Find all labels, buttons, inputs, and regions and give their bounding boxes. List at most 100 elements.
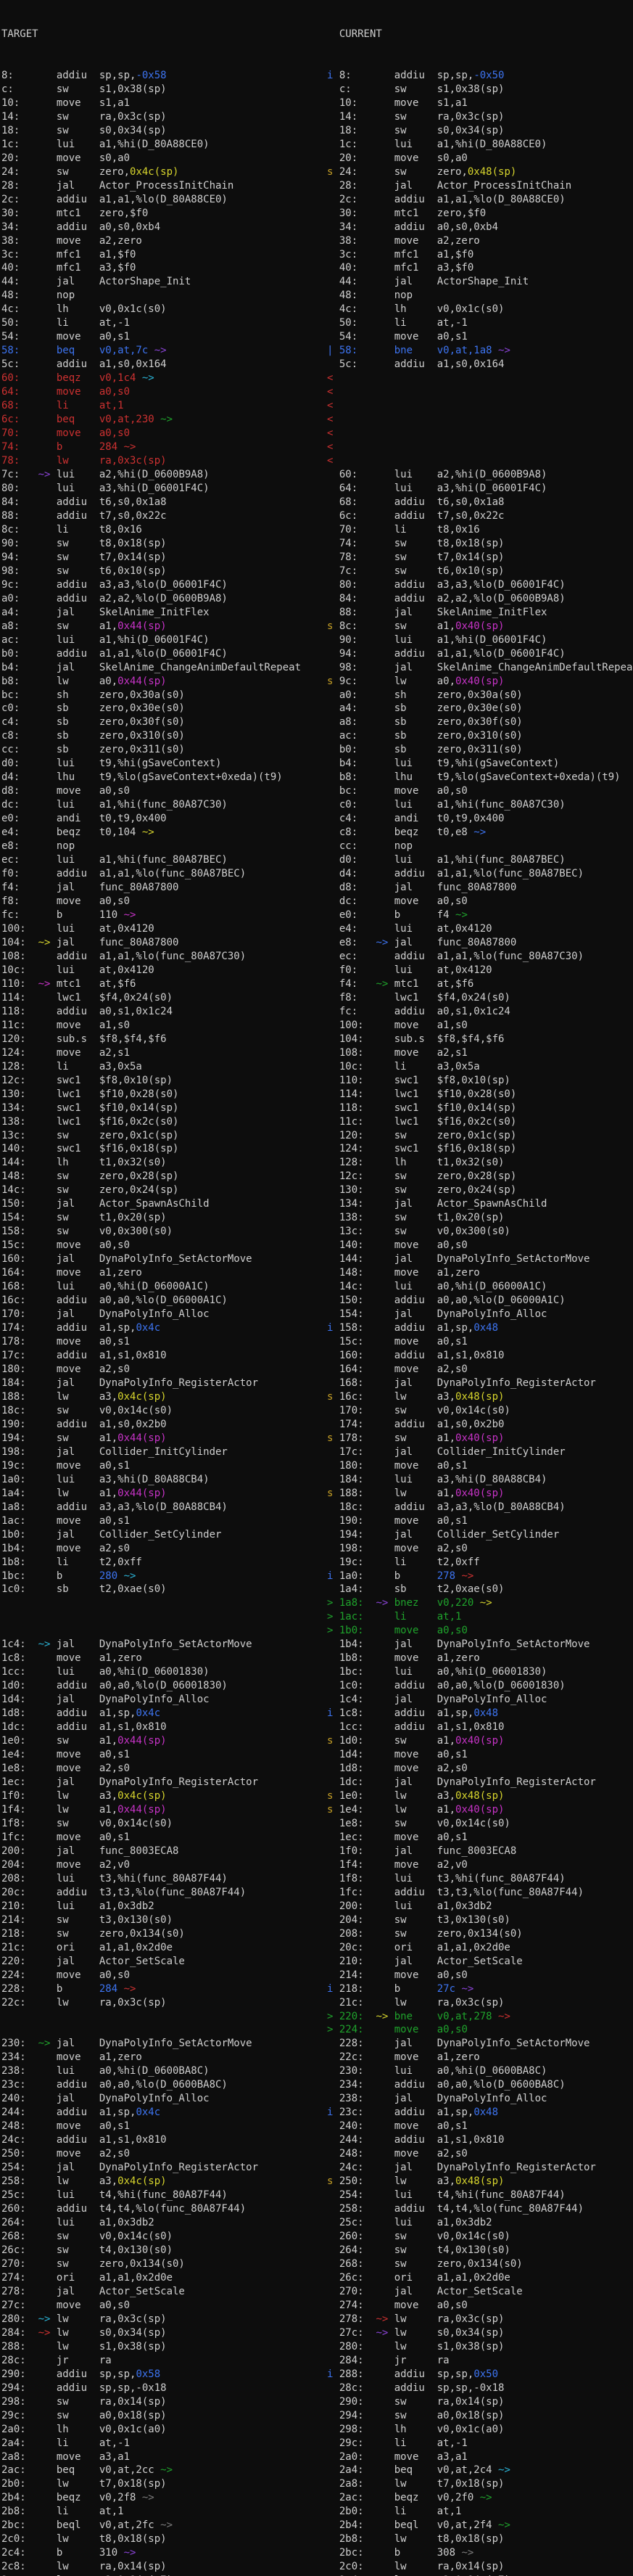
asm-line: 70: move a0,s0 bbox=[1, 427, 326, 440]
asm-line: 248: move a2,s0 bbox=[327, 2147, 633, 2161]
asm-line: b8: lhu t9,%lo(gSaveContext+0xeda)(t9) bbox=[327, 771, 633, 784]
asm-line: 1d0: addiu a0,a0,%lo(D_06001830) bbox=[1, 1679, 326, 1693]
asm-line: 20c: ori a1,a1,0x2d0e bbox=[327, 1941, 633, 1955]
asm-line: 1f4: move a2,v0 bbox=[327, 1858, 633, 1872]
asm-line: i 23c: addiu a1,sp,0x48 bbox=[327, 2106, 633, 2120]
asm-line: 190: move a0,s1 bbox=[327, 1514, 633, 1528]
asm-line: cc: nop bbox=[327, 840, 633, 853]
asm-line: 210: lui a1,0x3db2 bbox=[1, 1900, 326, 1913]
asm-line: b8: lw a0,0x44(sp) bbox=[1, 675, 326, 689]
asm-line: c4: andi t0,t9,0x400 bbox=[327, 812, 633, 826]
asm-line: 15c: move a0,s1 bbox=[327, 1335, 633, 1349]
asm-line: 124: swc1 $f16,0x18(sp) bbox=[327, 1142, 633, 1156]
asm-line: 94: sw t7,0x14(sp) bbox=[1, 551, 326, 565]
asm-line: 288: lw s1,0x38(sp) bbox=[1, 2340, 326, 2354]
asm-line: c8: sb zero,0x310(s0) bbox=[1, 729, 326, 743]
asm-line: b0: sb zero,0x311(s0) bbox=[327, 743, 633, 757]
asm-line: 244: addiu a1,sp,0x4c bbox=[1, 2106, 326, 2120]
asm-line: 2a4: beq v0,at,2c4 ~> bbox=[327, 2464, 633, 2477]
asm-line: d0: lui t9,%hi(gSaveContext) bbox=[1, 757, 326, 771]
asm-line: 280: ~> lw ra,0x3c(sp) bbox=[1, 2313, 326, 2326]
asm-line: s 1e4: lw a1,0x40(sp) bbox=[327, 1803, 633, 1817]
asm-line: 1ec: jal DynaPolyInfo_RegisterActor bbox=[1, 1776, 326, 1789]
asm-line: 1d4: jal DynaPolyInfo_Alloc bbox=[1, 1693, 326, 1707]
asm-line: 298: lh v0,0x1c(a0) bbox=[327, 2423, 633, 2437]
asm-line: 24c: addiu a1,s1,0x810 bbox=[1, 2133, 326, 2147]
asm-line: 158: sw v0,0x300(s0) bbox=[1, 1225, 326, 1239]
asm-line: cc: sb zero,0x311(s0) bbox=[1, 743, 326, 757]
asm-line: 154: jal DynaPolyInfo_Alloc bbox=[327, 1308, 633, 1321]
asm-line: 268: sw zero,0x134(s0) bbox=[327, 2257, 633, 2271]
asm-line: dc: move a0,s0 bbox=[327, 895, 633, 908]
asm-line: 110: swc1 $f8,0x10(sp) bbox=[327, 1074, 633, 1088]
asm-line: 264: lui a1,0x3db2 bbox=[1, 2216, 326, 2230]
asm-line: 1e8: sw v0,0x14c(s0) bbox=[327, 1817, 633, 1831]
asm-line: 280: lw s1,0x38(sp) bbox=[327, 2340, 633, 2354]
asm-line: 94: addiu a1,a1,%lo(D_06001F4C) bbox=[327, 647, 633, 661]
asm-line: 18: sw s0,0x34(sp) bbox=[327, 124, 633, 138]
asm-line: 64: lui a3,%hi(D_06001F4C) bbox=[327, 482, 633, 496]
asm-line: 260: addiu t4,t4,%lo(func_80A87F44) bbox=[1, 2202, 326, 2216]
asm-line: 13c: sw v0,0x300(s0) bbox=[327, 1225, 633, 1239]
asm-line: 150: addiu a0,a0,%lo(D_06000A1C) bbox=[327, 1294, 633, 1308]
asm-line: 1a0: lui a3,%hi(D_80A88CB4) bbox=[1, 1473, 326, 1487]
asm-line: 58: beq v0,at,7c ~> bbox=[1, 344, 326, 358]
asm-line: 204: sw t3,0x130(s0) bbox=[327, 1913, 633, 1927]
asm-line: 204: move a2,v0 bbox=[1, 1858, 326, 1872]
asm-line: 228: b 284 ~> bbox=[1, 1982, 326, 1996]
asm-line: 250: move a2,s0 bbox=[1, 2147, 326, 2161]
asm-line: 7c: sw t6,0x10(sp) bbox=[327, 565, 633, 578]
asm-line: 10c: li a3,0x5a bbox=[327, 1060, 633, 1074]
asm-line: 98: sw t6,0x10(sp) bbox=[1, 565, 326, 578]
asm-line: 118: addiu a0,s1,0x1c24 bbox=[1, 1005, 326, 1019]
asm-line: 190: addiu a1,s0,0x2b0 bbox=[1, 1418, 326, 1432]
asm-line: 114: lwc1 $f4,0x24(s0) bbox=[1, 991, 326, 1005]
asm-line: 194: jal Collider_SetCylinder bbox=[327, 1528, 633, 1542]
asm-line: 198: jal Collider_InitCylinder bbox=[1, 1445, 326, 1459]
asm-line: 80: addiu a3,a3,%lo(D_06001F4C) bbox=[327, 578, 633, 592]
asm-line: 5c: addiu a1,s0,0x164 bbox=[1, 358, 326, 372]
asm-line: 238: jal DynaPolyInfo_Alloc bbox=[327, 2092, 633, 2106]
asm-line: 134: jal Actor_SpawnAsChild bbox=[327, 1197, 633, 1211]
asm-line: 160: addiu a1,s1,0x810 bbox=[327, 1349, 633, 1363]
asm-line: ec: addiu a1,a1,%lo(func_80A87C30) bbox=[327, 950, 633, 964]
asm-line: 44: jal ActorShape_Init bbox=[327, 275, 633, 289]
asm-line: e0: andi t0,t9,0x400 bbox=[1, 812, 326, 826]
asm-line: 1a8: addiu a3,a3,%lo(D_80A88CB4) bbox=[1, 1501, 326, 1514]
asm-line: 230: lui a0,%hi(D_0600BA8C) bbox=[327, 2064, 633, 2078]
asm-line: 208: lui t3,%hi(func_80A87F44) bbox=[1, 1872, 326, 1886]
asm-line: 90: lui a1,%hi(D_06001F4C) bbox=[327, 633, 633, 647]
asm-line: 25c: lui a1,0x3db2 bbox=[327, 2216, 633, 2230]
asm-line: a0: sh zero,0x30a(s0) bbox=[327, 689, 633, 702]
asm-line: 240: move a0,s1 bbox=[327, 2120, 633, 2133]
asm-line: 29c: li at,-1 bbox=[327, 2437, 633, 2450]
asm-line: 10: move s1,a1 bbox=[327, 97, 633, 110]
asm-line: 8: addiu sp,sp,-0x58 bbox=[1, 69, 326, 83]
asm-line: 2a8: move a3,a1 bbox=[1, 2450, 326, 2464]
asm-line: 1b0: jal Collider_SetCylinder bbox=[1, 1528, 326, 1542]
asm-line: < bbox=[327, 440, 633, 454]
asm-line: 24c: jal DynaPolyInfo_RegisterActor bbox=[327, 2161, 633, 2175]
asm-line: > 1b0: move a0,s0 bbox=[327, 1624, 633, 1638]
asm-line: s 24: sw zero,0x48(sp) bbox=[327, 165, 633, 179]
asm-line: 160: jal DynaPolyInfo_SetActorMove bbox=[1, 1252, 326, 1266]
asm-line: f8: move a0,s0 bbox=[1, 895, 326, 908]
asm-line: 238: lui a0,%hi(D_0600BA8C) bbox=[1, 2064, 326, 2078]
asm-line: 118: swc1 $f10,0x14(sp) bbox=[327, 1102, 633, 1115]
asm-line: 8c: li t8,0x16 bbox=[1, 523, 326, 537]
asm-line: 128: li a3,0x5a bbox=[1, 1060, 326, 1074]
asm-line: 74: sw t8,0x18(sp) bbox=[327, 537, 633, 551]
asm-line: 1c0: sb t2,0xae(s0) bbox=[1, 1583, 326, 1596]
asm-line: 198: move a2,s0 bbox=[327, 1542, 633, 1556]
asm-line: s 8c: sw a1,0x40(sp) bbox=[327, 620, 633, 633]
asm-line: 1f0: jal func_8003ECA8 bbox=[327, 1845, 633, 1858]
asm-line: 14c: sw zero,0x24(sp) bbox=[1, 1184, 326, 1197]
asm-line: 17c: addiu a1,s1,0x810 bbox=[1, 1349, 326, 1363]
asm-line: 200: lui a1,0x3db2 bbox=[327, 1900, 633, 1913]
asm-line: 120: sw zero,0x1c(sp) bbox=[327, 1129, 633, 1143]
asm-line: 2b8: li at,1 bbox=[1, 2505, 326, 2519]
asm-line: c0: lui a1,%hi(func_80A87C30) bbox=[327, 798, 633, 812]
asm-line: 150: jal Actor_SpawnAsChild bbox=[1, 1197, 326, 1211]
asm-line: 1c8: move a1,zero bbox=[1, 1652, 326, 1665]
asm-line: 20: move s0,a0 bbox=[1, 152, 326, 165]
